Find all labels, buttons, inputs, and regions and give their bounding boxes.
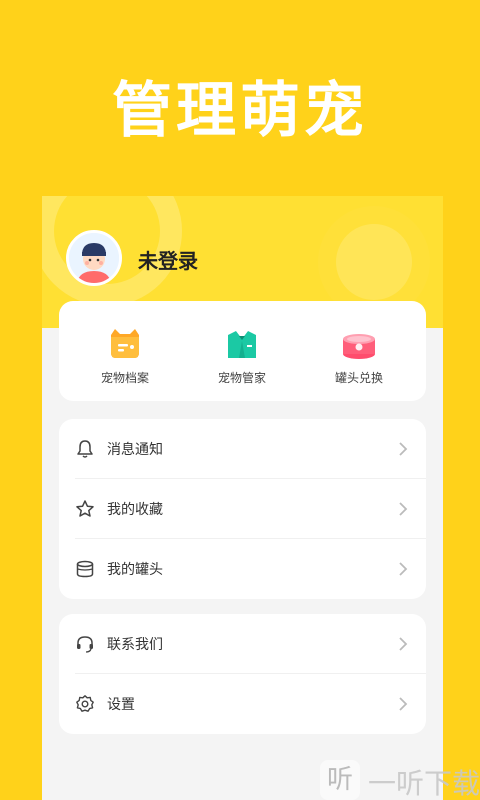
chevron-right-icon xyxy=(399,697,408,711)
watermark-logo-icon: 听 xyxy=(320,760,360,800)
can-exchange-icon xyxy=(343,334,375,359)
shortcut-label: 宠物档案 xyxy=(100,371,149,385)
menu-item-label: 联系我们 xyxy=(107,637,163,653)
login-status[interactable]: 未登录 xyxy=(138,245,198,274)
menu-item-label: 消息通知 xyxy=(107,442,163,458)
bell-icon xyxy=(77,440,93,458)
shortcut-can-exchange[interactable]: 罐头兑换 xyxy=(304,327,414,386)
avatar[interactable] xyxy=(66,230,122,286)
avatar-illustration-icon xyxy=(69,233,119,283)
gear-icon xyxy=(76,695,94,712)
chevron-right-icon xyxy=(399,562,408,576)
chevron-right-icon xyxy=(399,637,408,651)
hero-title: 管理萌宠 xyxy=(112,76,368,146)
pet-profile-icon xyxy=(111,329,139,358)
can-icon xyxy=(76,560,94,578)
shortcut-pet-butler[interactable]: 宠物管家 xyxy=(187,327,297,386)
watermark-text: 一听下载 xyxy=(368,767,480,800)
menu-item-label: 我的罐头 xyxy=(107,562,163,578)
menu-item-label: 我的收藏 xyxy=(107,502,163,518)
menu-item-label: 设置 xyxy=(107,697,135,713)
headset-icon xyxy=(77,636,93,653)
app-screen: 未登录 宠物档案 宠物管家 罐头兑换 消息通知 我的收藏 我的罐头 联系我们 设… xyxy=(42,196,443,800)
menu-item-contact[interactable]: 联系我们 xyxy=(59,614,426,674)
menu-item-favorites[interactable]: 我的收藏 xyxy=(59,479,426,539)
watermark: 听 一听下载 xyxy=(320,756,480,800)
pet-butler-icon xyxy=(228,331,256,358)
menu-item-settings[interactable]: 设置 xyxy=(59,674,426,734)
menu-card-primary: 消息通知 我的收藏 我的罐头 xyxy=(59,419,426,599)
shortcut-pet-profile[interactable]: 宠物档案 xyxy=(70,327,180,386)
chevron-right-icon xyxy=(399,502,408,516)
menu-item-notifications[interactable]: 消息通知 xyxy=(59,419,426,479)
star-icon xyxy=(76,500,94,517)
shortcut-card: 宠物档案 宠物管家 罐头兑换 xyxy=(59,301,426,401)
menu-card-secondary: 联系我们 设置 xyxy=(59,614,426,734)
shortcut-label: 罐头兑换 xyxy=(334,371,383,385)
chevron-right-icon xyxy=(399,442,408,456)
menu-item-my-cans[interactable]: 我的罐头 xyxy=(59,539,426,599)
shortcut-label: 宠物管家 xyxy=(217,371,266,385)
